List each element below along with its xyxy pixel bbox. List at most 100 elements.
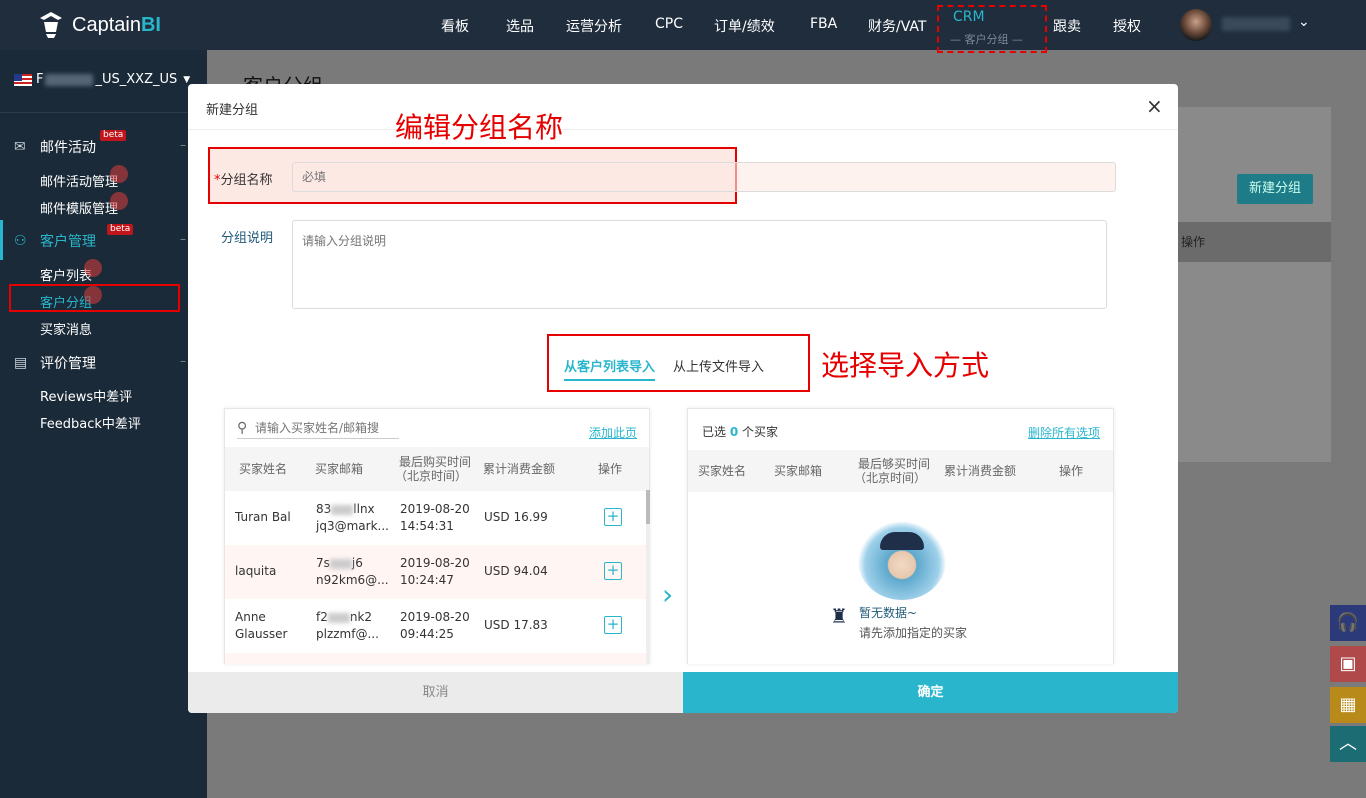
robot-icon: ♜ (830, 604, 848, 628)
sidebar-group-mail-label: 邮件活动 (40, 140, 96, 156)
customer-list-panel: ⚲ 添加此页 买家姓名 买家邮箱 最后购买时间 （北京时间） 累计消费金额 操作… (224, 408, 650, 664)
store-suffix: _US_XXZ_US (95, 72, 178, 87)
store-selector[interactable]: F _US_XXZ_US ▼ (14, 72, 190, 87)
search-icon: ⚲ (237, 419, 248, 436)
table-row (225, 653, 647, 664)
total-spend: USD 16.99 (484, 510, 548, 524)
top-bar: Captain BI 看板 选品 运营分析 CPC 订单/绩效 FBA 财务/VA… (0, 0, 1366, 53)
brand-prefix: Captain (72, 13, 141, 36)
sidebar-item-buyer-message[interactable]: 买家消息 (40, 319, 92, 338)
buyer-name: Anne Glausser (235, 610, 288, 641)
new-group-dialog: 新建分组 × 编辑分组名称 *分组名称 分组说明 从客户列表导入 从上传文件导入… (188, 84, 1178, 713)
group-desc-textarea[interactable] (292, 220, 1107, 309)
new-group-button[interactable]: 新建分组 (1237, 174, 1313, 204)
nav-follow-sell[interactable]: 跟卖 (1053, 16, 1081, 36)
add-buyer-icon[interactable]: + (604, 616, 622, 634)
empty-hint: 请先添加指定的买家 (859, 626, 968, 640)
sidebar-item-reviews-bad[interactable]: Reviews中差评 (40, 386, 132, 405)
sidebar-divider (0, 112, 207, 113)
column-action: 操作 (1181, 235, 1206, 249)
chevron-down-icon[interactable]: ⌄ (1298, 14, 1310, 30)
sidebar-group-review-label: 评价管理 (40, 356, 96, 372)
click-marker (84, 259, 102, 277)
background-table-header: 操作 (1178, 222, 1331, 262)
presentation-icon[interactable]: ▦ (1330, 687, 1366, 723)
sidebar-group-customer-label: 客户管理 (40, 234, 96, 250)
column-total-spend: 累计消费金额 (944, 464, 1017, 478)
sidebar-group-mail[interactable]: ✉ 邮件活动 (14, 137, 96, 157)
column-last-purchase: 最后购买时间 (399, 455, 472, 469)
group-name-label: *分组名称 (214, 169, 273, 188)
nav-finance-vat[interactable]: 财务/VAT (868, 16, 926, 36)
store-prefix: F (36, 72, 44, 87)
add-buyer-icon[interactable]: + (604, 562, 622, 580)
sidebar-item-mail-manage[interactable]: 邮件活动管理 (40, 171, 118, 190)
nav-dashboard[interactable]: 看板 (441, 16, 469, 36)
dialog-header: 新建分组 × (188, 84, 1178, 130)
nav-operations-analysis[interactable]: 运营分析 (566, 16, 622, 36)
selected-count: 已选 0 个买家 (702, 425, 779, 439)
beta-badge: beta (107, 224, 134, 235)
captain-logo-icon (40, 12, 62, 38)
cancel-button[interactable]: 取消 (188, 672, 683, 713)
column-beijing-time: （北京时间） (395, 469, 468, 483)
review-icon: ▤ (14, 355, 28, 371)
beta-badge: beta (100, 130, 127, 141)
click-marker (110, 165, 128, 183)
buyer-email: 7s j6 n92km6@... (316, 556, 389, 587)
column-action: 操作 (598, 462, 623, 476)
buyer-search-input[interactable] (255, 420, 395, 435)
store-name-blurred (45, 73, 94, 86)
us-flag-icon (14, 73, 32, 86)
buyer-search[interactable]: ⚲ (237, 417, 399, 439)
gift-icon[interactable]: ▣ (1330, 646, 1366, 682)
nav-authorization[interactable]: 授权 (1113, 16, 1141, 36)
collapse-icon[interactable]: – (180, 138, 186, 152)
import-tabs: 从客户列表导入 从上传文件导入 (564, 356, 782, 381)
annotation-edit-name: 编辑分组名称 (395, 111, 564, 144)
last-purchase-time: 2019-08-20 10:24:47 (400, 556, 470, 587)
column-beijing-time: （北京时间） (854, 471, 927, 485)
close-icon[interactable]: × (1146, 94, 1163, 118)
nav-cpc[interactable]: CPC (655, 16, 683, 32)
collapse-icon[interactable]: – (180, 232, 186, 246)
sidebar-item-feedback-bad[interactable]: Feedback中差评 (40, 413, 141, 432)
nav-crm-subtitle: — 客户分组 — (950, 33, 1023, 46)
mail-icon: ✉ (14, 139, 26, 155)
add-buyer-icon[interactable]: + (604, 508, 622, 526)
tab-import-from-list[interactable]: 从客户列表导入 (564, 356, 656, 381)
avatar[interactable] (1180, 9, 1212, 41)
background-panel (1178, 107, 1331, 462)
confirm-button[interactable]: 确定 (683, 672, 1178, 713)
annotation-import-method: 选择导入方式 (821, 349, 990, 382)
delete-all-link[interactable]: 删除所有选项 (1028, 424, 1100, 441)
click-marker (110, 192, 128, 210)
nav-crm[interactable]: CRM (953, 9, 985, 25)
group-name-label-text: 分组名称 (220, 173, 273, 188)
arrow-up-icon[interactable]: ︿ (1330, 726, 1366, 762)
sidebar: F _US_XXZ_US ▼ ✉ 邮件活动 beta – 邮件活动管理 邮件模版… (0, 50, 207, 798)
collapse-icon[interactable]: – (180, 354, 186, 368)
last-purchase-time: 2019-08-20 14:54:31 (400, 502, 470, 533)
buyer-name: laquita (235, 564, 277, 578)
column-buyer-name: 买家姓名 (698, 464, 747, 478)
tab-import-from-file[interactable]: 从上传文件导入 (673, 356, 764, 381)
app-logo[interactable]: Captain BI (36, 10, 161, 40)
sidebar-item-mail-template[interactable]: 邮件模版管理 (40, 198, 118, 217)
nav-orders-performance[interactable]: 订单/绩效 (714, 16, 775, 36)
column-buyer-email: 买家邮箱 (315, 462, 364, 476)
dialog-title: 新建分组 (206, 103, 259, 118)
headset-icon[interactable]: 🎧 (1330, 605, 1366, 641)
sidebar-group-customer[interactable]: ⚇ 客户管理 (14, 231, 96, 251)
add-page-link[interactable]: 添加此页 (589, 424, 637, 441)
last-purchase-time: 2019-08-20 09:44:25 (400, 610, 470, 641)
table-row: Anne Glausser f2 nk2 plzzmf@... 2019-08-20… (225, 599, 647, 653)
users-icon: ⚇ (14, 233, 27, 249)
sidebar-group-review[interactable]: ▤ 评价管理 (14, 353, 96, 373)
nav-fba[interactable]: FBA (810, 16, 837, 32)
scrollbar-thumb[interactable] (646, 490, 650, 524)
group-desc-label: 分组说明 (221, 231, 274, 246)
group-name-input[interactable] (292, 162, 1116, 192)
username-blurred[interactable] (1222, 17, 1290, 31)
nav-product-selection[interactable]: 选品 (506, 16, 534, 36)
